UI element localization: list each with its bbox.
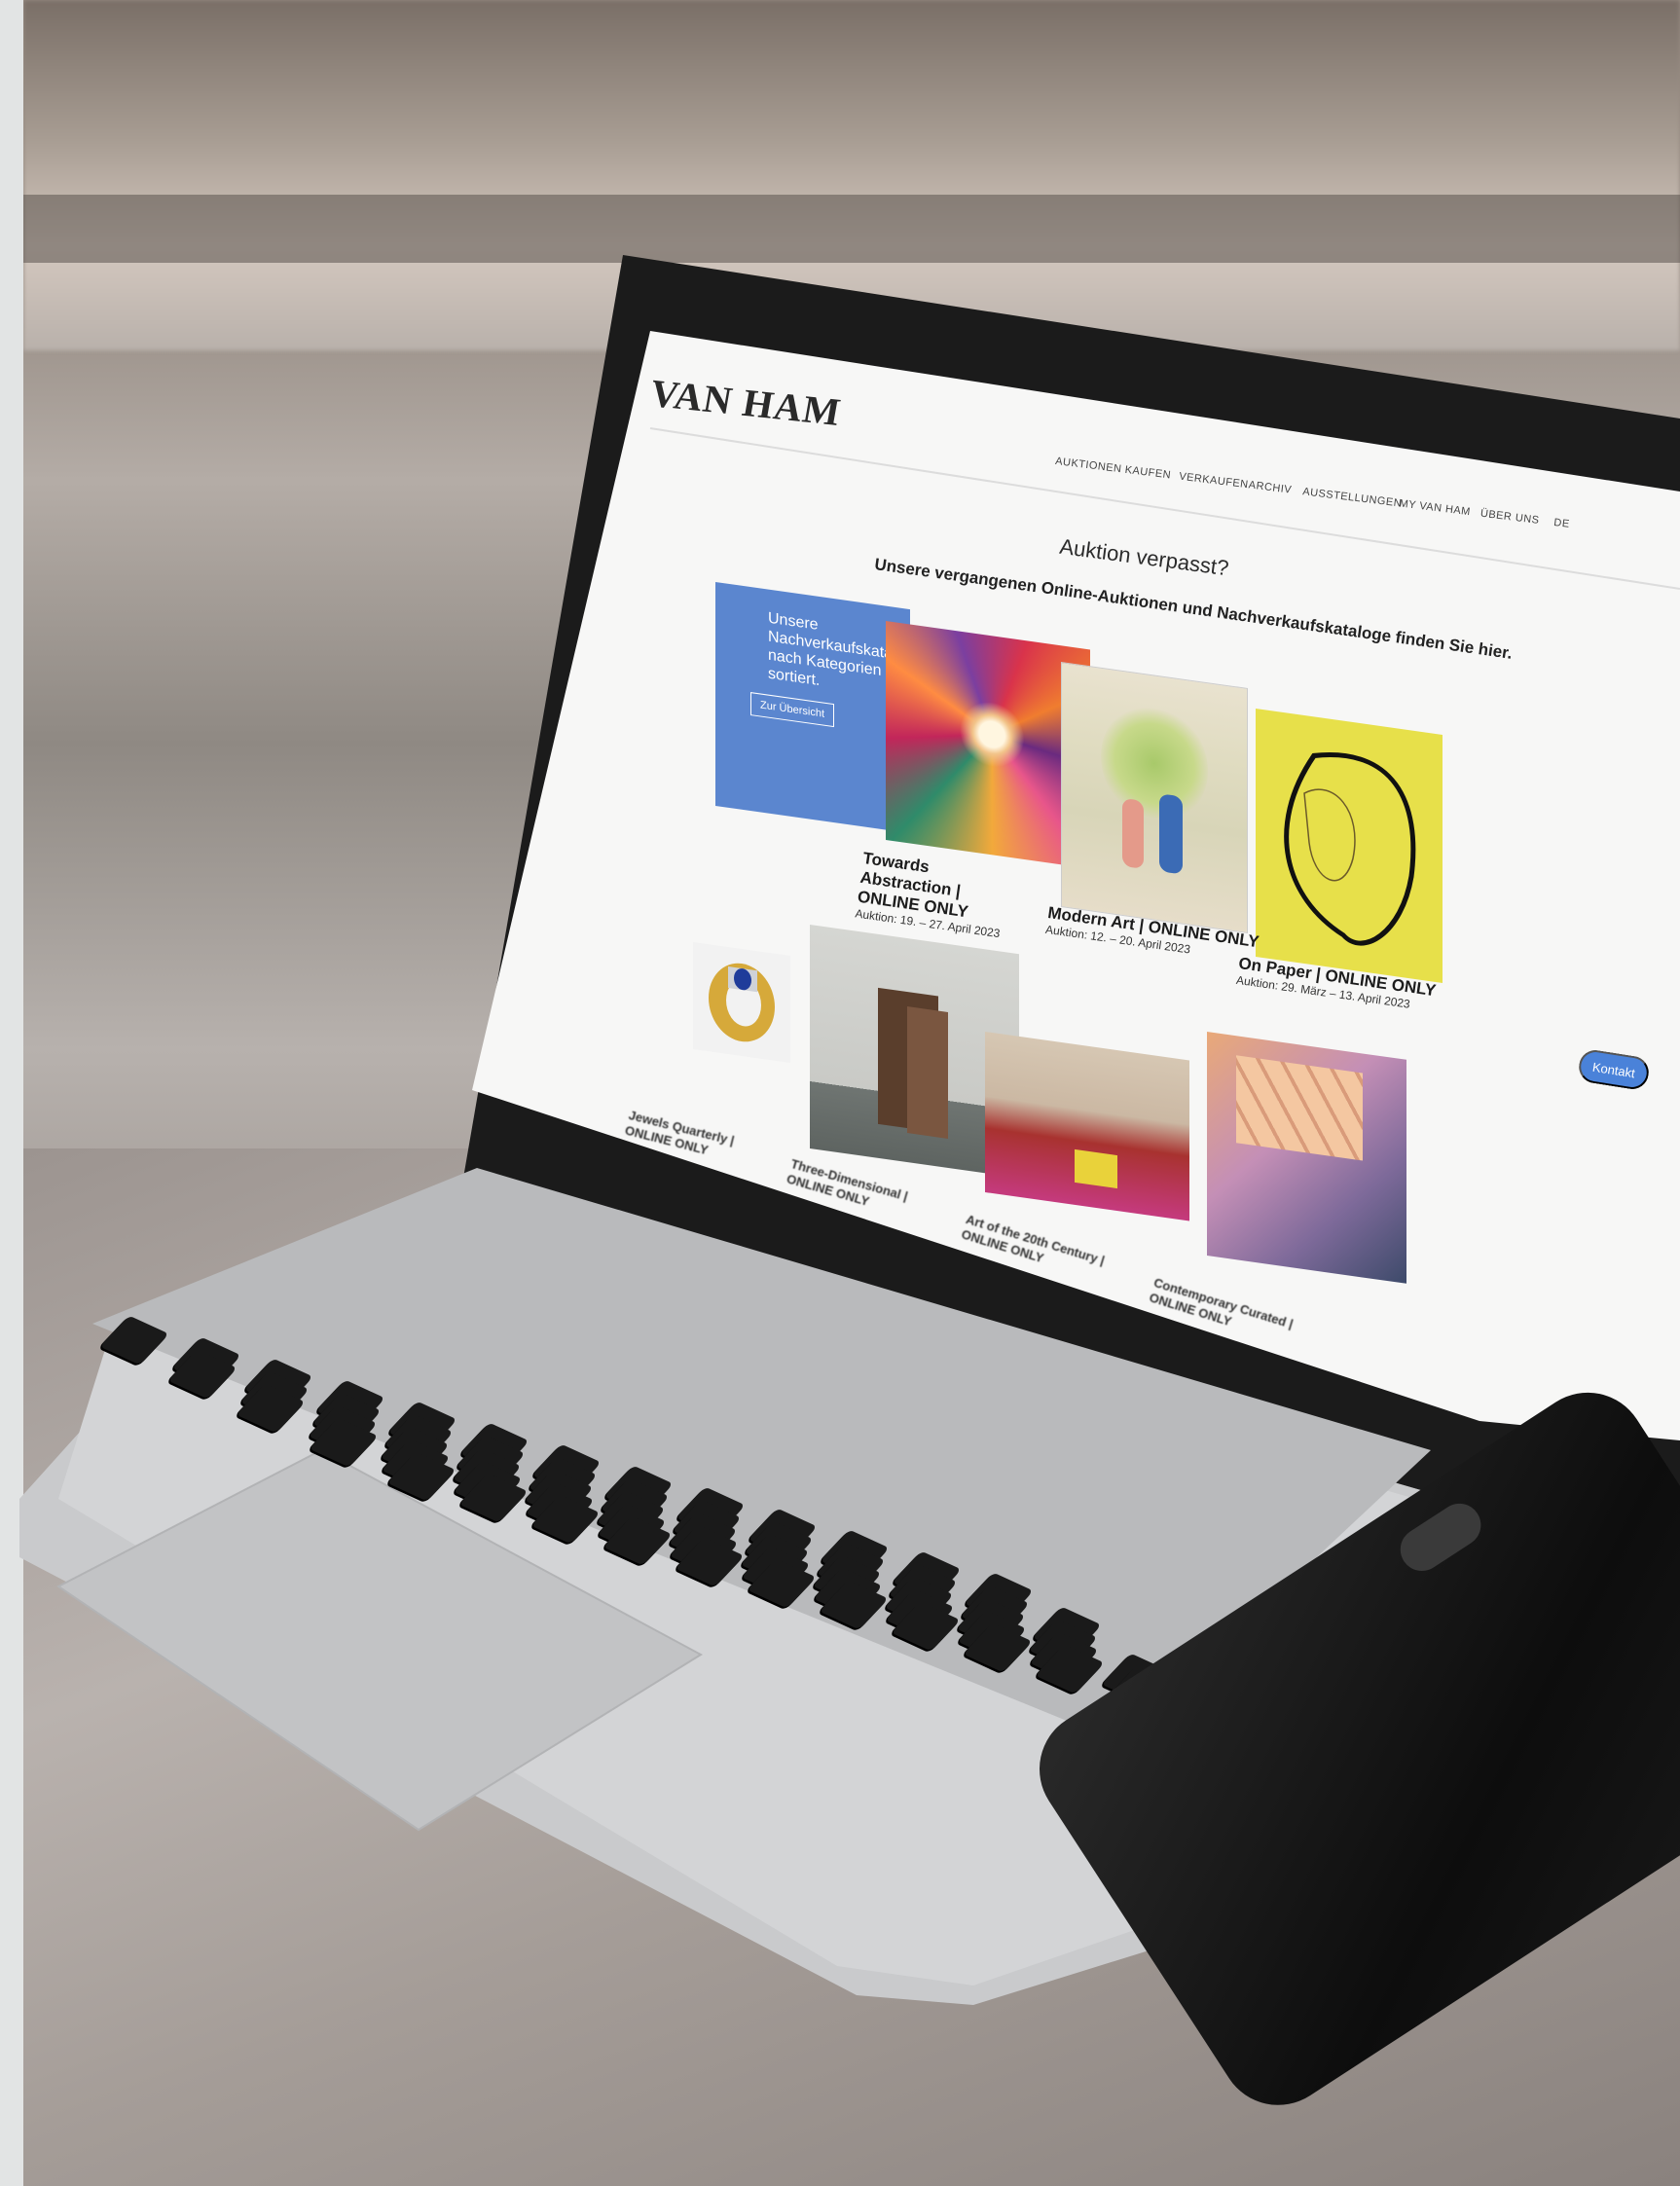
left-border [0, 0, 23, 2186]
artwork-studio-painting-image[interactable] [1207, 1032, 1406, 1284]
artwork-drawing-lines [1284, 751, 1416, 946]
promo-text: Unsere Nachverkaufskataloge nach Kategor… [768, 609, 923, 690]
blurred-background [23, 0, 1680, 350]
artwork-lovers-image[interactable] [1061, 662, 1248, 933]
ring-icon [709, 963, 775, 1042]
phone-camera-icon [1392, 1495, 1489, 1580]
nav-item-language[interactable]: DE [1553, 517, 1571, 530]
painting-yellow-block [1075, 1148, 1117, 1189]
artwork-figure-shape [1122, 797, 1144, 869]
keyboard-key [99, 1315, 169, 1366]
sculpture-shape [907, 1006, 948, 1139]
artwork-abstract-painting-image[interactable] [985, 1032, 1189, 1221]
artwork-figure-shape [1159, 793, 1183, 875]
artwork-tree-shape [1101, 697, 1208, 830]
blurred-shelf [23, 195, 1680, 263]
artwork-yellow-drawing-image[interactable] [1256, 709, 1443, 983]
promo-card: Unsere Nachverkaufskataloge nach Kategor… [715, 582, 923, 834]
artwork-ring-image[interactable] [693, 942, 790, 1064]
artwork-swirl-image[interactable] [886, 621, 1090, 869]
overview-button[interactable]: Zur Übersicht [750, 692, 835, 728]
painting-window-shape [1236, 1055, 1363, 1161]
